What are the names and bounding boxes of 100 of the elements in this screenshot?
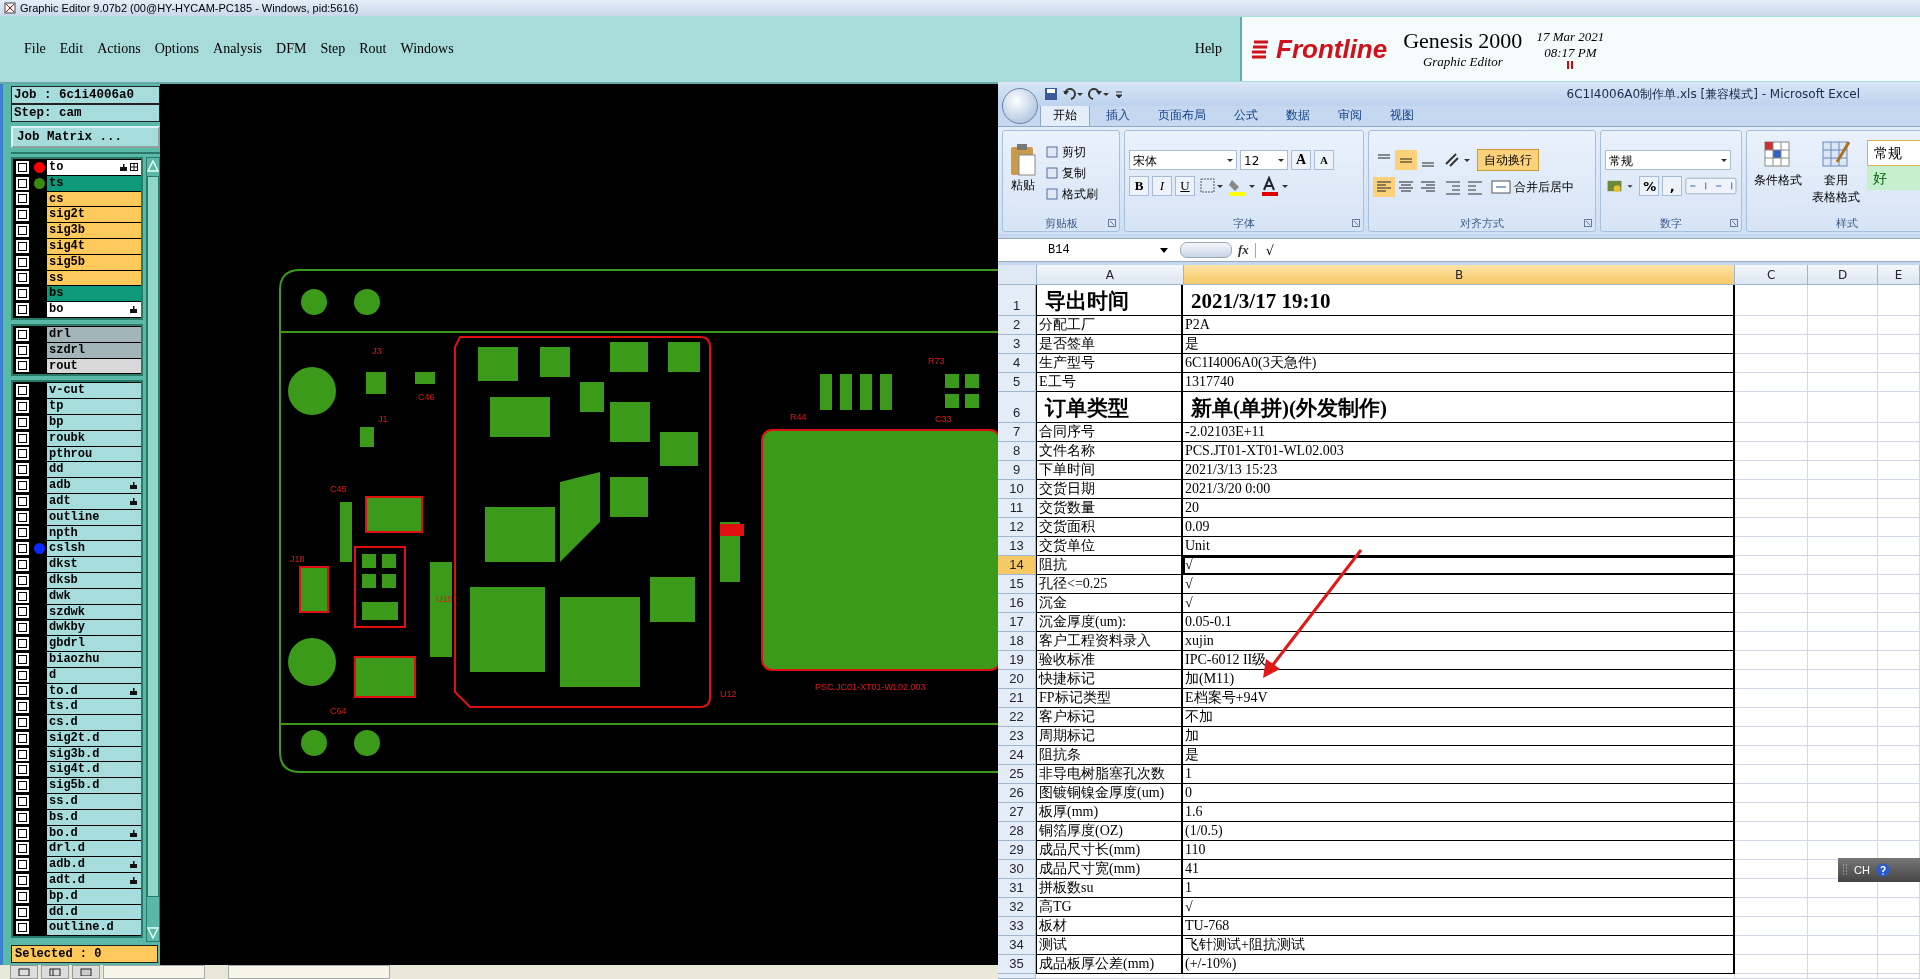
layer-name[interactable]: szdrl xyxy=(47,342,141,358)
row-header[interactable]: 33 xyxy=(998,917,1036,936)
layer-checkbox[interactable] xyxy=(15,700,29,714)
layer-name[interactable]: ss xyxy=(47,270,141,286)
row-header[interactable]: 10 xyxy=(998,480,1036,499)
function-label[interactable]: fx xyxy=(1238,242,1249,258)
layer-name[interactable]: ss.d xyxy=(47,794,141,809)
row-header[interactable]: 17 xyxy=(998,613,1036,632)
layer-checkbox[interactable] xyxy=(15,573,29,587)
row-header[interactable]: 3 xyxy=(998,335,1036,354)
layer-checkbox[interactable] xyxy=(15,668,29,682)
job-matrix-button[interactable]: Job Matrix ... xyxy=(11,126,160,148)
wrap-text-button[interactable]: 自动换行 xyxy=(1477,149,1539,171)
layer-checkbox[interactable] xyxy=(15,558,29,571)
scrollbar[interactable] xyxy=(146,157,160,942)
number-format-dropdown[interactable]: 常规 xyxy=(1605,150,1731,170)
menu-item[interactable]: Step xyxy=(320,41,346,57)
row-header[interactable]: 4 xyxy=(998,354,1036,373)
row-header[interactable]: 8 xyxy=(998,442,1036,461)
layer-checkbox[interactable] xyxy=(15,858,29,872)
row-header[interactable]: 24 xyxy=(998,746,1036,765)
layer-name[interactable]: bo.d xyxy=(47,825,141,841)
ribbon-tab[interactable]: 审阅 xyxy=(1326,105,1374,126)
row-header[interactable]: 19 xyxy=(998,651,1036,670)
merge-center-button[interactable]: 合并后居中 xyxy=(1489,177,1576,197)
dialog-launcher-icon[interactable] xyxy=(1730,219,1738,227)
layer-name[interactable]: outline.d xyxy=(47,920,141,936)
layer-checkbox[interactable] xyxy=(15,542,29,556)
layer-checkbox[interactable] xyxy=(15,842,29,856)
layer-checkbox[interactable] xyxy=(15,494,29,508)
formula-input[interactable]: √ xyxy=(1254,242,1920,258)
ribbon-tab[interactable]: 公式 xyxy=(1222,105,1270,126)
row-header[interactable]: 34 xyxy=(998,936,1036,955)
row-header[interactable]: 26 xyxy=(998,784,1036,803)
cell-style-swatch[interactable]: 常规 xyxy=(1867,140,1920,166)
layer-checkbox[interactable] xyxy=(15,271,29,285)
font-size-button[interactable]: A xyxy=(1291,150,1311,170)
layer-name[interactable]: cslsh xyxy=(47,541,141,557)
column-header[interactable]: A xyxy=(1036,265,1184,285)
layer-name[interactable]: sig5b xyxy=(47,254,141,270)
layer-name[interactable]: bs.d xyxy=(47,809,141,825)
menu-item[interactable]: Windows xyxy=(400,41,454,57)
customize-icon[interactable] xyxy=(1114,89,1124,99)
layer-name[interactable]: bp.d xyxy=(47,888,141,904)
undo-icon[interactable] xyxy=(1062,87,1084,101)
menu-item[interactable]: Analysis xyxy=(213,41,263,57)
layer-name[interactable]: outline xyxy=(47,509,141,525)
layer-name[interactable]: to.d xyxy=(47,683,141,699)
dialog-launcher-icon[interactable] xyxy=(1108,219,1116,227)
layer-checkbox[interactable] xyxy=(15,889,29,903)
layer-checkbox[interactable] xyxy=(15,287,29,301)
layer-checkbox[interactable] xyxy=(15,605,29,619)
menu-item[interactable]: Edit xyxy=(59,41,84,57)
layer-checkbox[interactable] xyxy=(15,208,29,222)
row-header[interactable]: 21 xyxy=(998,689,1036,708)
layer-checkbox[interactable] xyxy=(15,921,29,935)
conditional-format-button[interactable]: 条件格式 xyxy=(1751,140,1805,206)
layer-checkbox[interactable] xyxy=(15,447,29,461)
layer-checkbox[interactable] xyxy=(15,192,29,206)
row-header[interactable]: 7 xyxy=(998,423,1036,442)
formula-bar-divider-handle[interactable] xyxy=(1180,242,1232,258)
layer-checkbox[interactable] xyxy=(15,303,29,317)
clipboard-button[interactable]: 格式刷 xyxy=(1043,184,1100,204)
layer-name[interactable]: drl xyxy=(47,326,141,342)
row-header[interactable]: 14 xyxy=(998,556,1036,575)
layer-name[interactable]: bo xyxy=(47,302,141,317)
layer-checkbox[interactable] xyxy=(15,176,29,190)
menu-item[interactable]: Rout xyxy=(359,41,387,57)
ribbon-tab[interactable]: 数据 xyxy=(1274,105,1322,126)
menu-item[interactable]: Actions xyxy=(97,41,141,57)
layer-checkbox[interactable] xyxy=(15,415,29,429)
font-name-dropdown[interactable]: 宋体 xyxy=(1129,150,1237,170)
layer-checkbox[interactable] xyxy=(15,716,29,729)
layer-checkbox[interactable] xyxy=(15,255,29,269)
layer-name[interactable]: adt.d xyxy=(47,873,141,888)
cell-style-swatch[interactable]: 好 xyxy=(1867,166,1920,190)
layer-name[interactable]: ts.d xyxy=(47,699,141,715)
layer-name[interactable]: rout xyxy=(47,358,141,374)
row-header[interactable]: 18 xyxy=(998,632,1036,651)
font-style-button[interactable]: I xyxy=(1152,176,1172,196)
redo-icon[interactable] xyxy=(1088,87,1110,101)
font-style-button[interactable]: B xyxy=(1129,176,1149,196)
layer-checkbox[interactable] xyxy=(15,224,29,238)
column-header[interactable]: E xyxy=(1878,265,1920,285)
layer-name[interactable]: pthrou xyxy=(47,446,141,462)
row-header[interactable]: 28 xyxy=(998,822,1036,841)
layer-checkbox[interactable] xyxy=(15,327,29,341)
layer-checkbox[interactable] xyxy=(15,384,29,398)
layer-name[interactable]: dkst xyxy=(47,557,141,572)
layer-checkbox[interactable] xyxy=(15,873,29,887)
scrollbar-thumb[interactable] xyxy=(147,176,159,897)
layer-checkbox[interactable] xyxy=(15,779,29,793)
office-button[interactable] xyxy=(1002,88,1038,124)
layer-checkbox[interactable] xyxy=(15,905,29,919)
row-header[interactable]: 27 xyxy=(998,803,1036,822)
row-header[interactable]: 31 xyxy=(998,879,1036,898)
layer-checkbox[interactable] xyxy=(15,637,29,650)
ribbon-tab[interactable]: 视图 xyxy=(1378,105,1426,126)
layer-checkbox[interactable] xyxy=(15,160,29,174)
row-header[interactable]: 16 xyxy=(998,594,1036,613)
